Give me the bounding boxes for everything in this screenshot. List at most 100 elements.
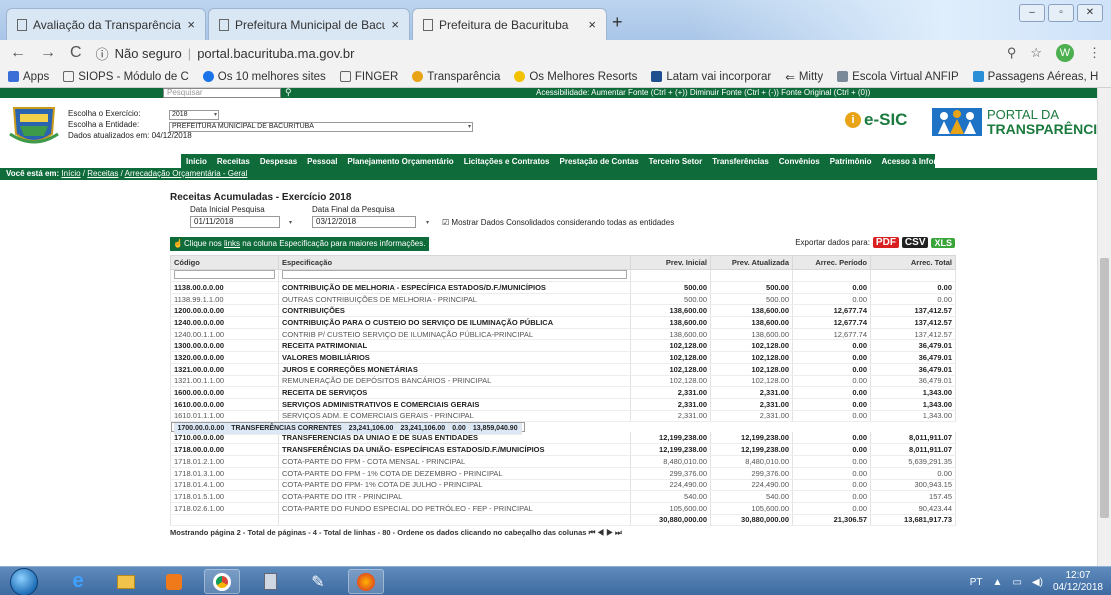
table-row[interactable]: 1718.01.3.1.00 COTA-PARTE DO FPM - 1% COT… [170, 467, 956, 480]
especificacao-link[interactable]: JUROS E CORREÇÕES MONETÁRIAS [278, 363, 631, 376]
new-tab-button[interactable]: + [612, 12, 623, 33]
bookmark-passagens[interactable]: Passagens Aéreas, H [972, 71, 1098, 83]
date-start-input[interactable]: 01/11/2018 [190, 216, 280, 228]
menu-inicio[interactable]: Início [186, 157, 207, 166]
portal-transparencia-logo[interactable]: PORTAL DA TRANSPARÊNCIA [932, 108, 1107, 136]
breadcrumb-arrecadacao[interactable]: Arrecadação Orçamentária - Geral [125, 169, 248, 178]
tray-expand-icon[interactable]: ▲ [993, 577, 1003, 588]
table-row[interactable]: 1718.02.6.1.00 COTA-PARTE DO FUNDO ESPECI… [170, 502, 956, 515]
portal-search-input[interactable]: Pesquisar [163, 88, 281, 98]
menu-planejamento[interactable]: Planejamento Orçamentário [347, 157, 453, 166]
especificacao-filter-input[interactable] [282, 270, 627, 279]
column-header-especificacao[interactable]: Especificação [278, 255, 631, 270]
close-tab-icon[interactable]: × [391, 17, 399, 32]
menu-kebab-icon[interactable]: ⋮ [1088, 45, 1101, 61]
table-row[interactable]: 1300.00.0.0.00 RECEITA PATRIMONIAL 102,128… [170, 339, 956, 353]
especificacao-link[interactable]: RECEITA PATRIMONIAL [278, 339, 631, 353]
page-scrollbar[interactable] [1097, 88, 1111, 566]
table-row[interactable]: 1138.00.0.0.00 CONTRIBUIÇÃO DE MELHORIA -… [170, 281, 956, 294]
especificacao-link[interactable]: COTA-PARTE DO FPM - 1% COTA DE DEZEMBRO … [278, 467, 631, 480]
esic-logo-link[interactable]: i e-SIC [845, 110, 907, 130]
menu-licitacoes[interactable]: Licitações e Contratos [464, 157, 550, 166]
tab-transparencia-avaliacao[interactable]: Avaliação da Transparência dos × [6, 8, 206, 40]
network-icon[interactable]: ▭ [1012, 577, 1021, 588]
table-row[interactable]: 1240.00.1.1.00 CONTRIB P/ CUSTEIO SERVIÇO… [170, 328, 956, 341]
chevron-down-icon[interactable]: ▾ [289, 219, 292, 226]
breadcrumb-inicio[interactable]: Início [61, 169, 80, 178]
table-row[interactable]: 1321.00.1.1.00 REMUNERAÇÃO DE DEPÓSITOS B… [170, 375, 956, 388]
column-header-arrec-periodo[interactable]: Arrec. Período [792, 255, 871, 270]
calculator-icon[interactable] [252, 569, 288, 594]
menu-acesso-informacao[interactable]: Acesso à Informação [881, 157, 961, 166]
clock[interactable]: 12:07 04/12/2018 [1053, 570, 1103, 594]
menu-despesas[interactable]: Despesas [260, 157, 297, 166]
menu-receitas[interactable]: Receitas [217, 157, 250, 166]
table-row[interactable]: 1240.00.0.0.00 CONTRIBUIÇÃO PARA O CUSTEI… [170, 316, 956, 329]
media-player-icon[interactable] [156, 569, 192, 594]
next-page-button[interactable]: ▶ [606, 528, 613, 537]
tab-prefeitura-municipal[interactable]: Prefeitura Municipal de Bacurituba × [208, 8, 410, 40]
url-field[interactable]: ⓘ Não seguro | portal.bacurituba.ma.gov.… [96, 44, 993, 63]
table-row[interactable]: 1610.00.0.0.00 SERVIÇOS ADMINISTRATIVOS E… [170, 398, 956, 411]
bookmark-apps[interactable]: Apps [8, 71, 49, 83]
minimize-button[interactable]: – [1019, 4, 1045, 22]
profile-avatar[interactable]: W [1056, 44, 1074, 62]
table-row[interactable]: 1138.99.1.1.00 OUTRAS CONTRIBUIÇÕES DE ME… [170, 293, 956, 306]
column-header-prev-inicial[interactable]: Prev. Inicial [630, 255, 711, 270]
especificacao-link[interactable]: TRANSFERÊNCIAS DA UNIÃO- ESPECÍFICAS EST… [278, 443, 631, 457]
internet-explorer-icon[interactable]: e [60, 569, 96, 594]
menu-terceiro-setor[interactable]: Terceiro Setor [649, 157, 703, 166]
especificacao-link[interactable]: REMUNERAÇÃO DE DEPÓSITOS BANCÁRIOS - PRI… [278, 375, 631, 388]
menu-pessoal[interactable]: Pessoal [307, 157, 337, 166]
table-row[interactable]: 1700.00.0.0.00 TRANSFERÊNCIAS CORRENTES 23… [170, 422, 525, 436]
date-end-input[interactable]: 03/12/2018 [312, 216, 416, 228]
bookmark-10-melhores[interactable]: Os 10 melhores sites [202, 71, 326, 83]
table-row[interactable]: 1718.01.4.1.00 COTA-PARTE DO FPM- 1% COTA… [170, 479, 956, 492]
scrollbar-thumb[interactable] [1100, 258, 1109, 518]
prev-page-button[interactable]: ◀ [597, 528, 604, 537]
table-row[interactable]: 1718.01.5.1.00 COTA-PARTE DO ITR - PRINCI… [170, 490, 956, 503]
bookmark-latam[interactable]: Latam vai incorporar [651, 71, 771, 83]
maximize-button[interactable]: ▫ [1048, 4, 1074, 22]
bookmark-finger[interactable]: FINGER [339, 71, 398, 83]
column-header-codigo[interactable]: Código [170, 255, 279, 270]
especificacao-link[interactable]: CONTRIB P/ CUSTEIO SERVIÇO DE ILUMINAÇÃO… [278, 328, 631, 341]
especificacao-link[interactable]: CONTRIBUIÇÃO DE MELHORIA - ESPECÍFICA ES… [278, 281, 631, 294]
especificacao-link[interactable]: COTA-PARTE DO FPM - COTA MENSAL - PRINCI… [278, 455, 631, 468]
table-row[interactable]: 1200.00.0.0.00 CONTRIBUIÇÕES 138,600.00 138… [170, 304, 956, 318]
bookmark-resorts[interactable]: Os Melhores Resorts [514, 71, 637, 83]
tab-prefeitura-bacurituba[interactable]: Prefeitura de Bacurituba × [412, 8, 607, 40]
close-tab-icon[interactable]: × [588, 17, 596, 32]
table-row[interactable]: 1718.01.2.1.00 COTA-PARTE DO FPM - COTA M… [170, 455, 956, 468]
bookmark-mitty[interactable]: ⇐ Mitty [785, 70, 823, 84]
especificacao-link[interactable]: SERVIÇOS ADMINISTRATIVOS E COMERCIAIS GE… [278, 398, 631, 411]
export-pdf-button[interactable]: PDF [872, 237, 899, 248]
start-button[interactable] [10, 568, 38, 595]
first-page-button[interactable]: ⏮ [589, 528, 596, 537]
table-row[interactable]: 1610.01.1.1.00 SERVIÇOS ADM. E COMERCIAIS… [170, 410, 956, 423]
menu-patrimonio[interactable]: Patrimônio [830, 157, 872, 166]
consolidated-checkbox[interactable]: ☑ Mostrar Dados Consolidados considerand… [442, 218, 674, 227]
table-row[interactable]: 1321.00.0.0.00 JUROS E CORREÇÕES MONETÁRI… [170, 363, 956, 376]
especificacao-link[interactable]: RECEITA DE SERVIÇOS [278, 386, 631, 399]
table-row[interactable]: 1320.00.0.0.00 VALORES MOBILIÁRIOS 102,128… [170, 351, 956, 364]
table-row[interactable]: 1718.00.0.0.00 TRANSFERÊNCIAS DA UNIÃO- E… [170, 443, 956, 457]
codigo-filter-input[interactable] [174, 270, 275, 279]
entidade-select[interactable]: PREFEITURA MUNICIPAL DE BACURITUBA ▾ [169, 122, 473, 132]
especificacao-link[interactable]: SERVIÇOS ADM. E COMERCIAIS GERAIS - PRIN… [278, 410, 631, 423]
bookmark-transparencia[interactable]: Transparência [412, 71, 500, 83]
menu-prestacao-contas[interactable]: Prestação de Contas [560, 157, 639, 166]
breadcrumb-receitas[interactable]: Receitas [87, 169, 118, 178]
chevron-down-icon[interactable]: ▾ [426, 219, 429, 226]
back-arrow-icon[interactable]: ← [10, 44, 26, 62]
zoom-icon[interactable]: ⚲ [1007, 45, 1017, 61]
bookmark-anfip[interactable]: Escola Virtual ANFIP [837, 71, 959, 83]
forward-arrow-icon[interactable]: → [40, 44, 56, 62]
table-row[interactable]: 1600.00.0.0.00 RECEITA DE SERVIÇOS 2,331.0… [170, 386, 956, 399]
search-icon[interactable]: ⚲ [285, 88, 292, 98]
close-tab-icon[interactable]: × [187, 17, 195, 32]
especificacao-link[interactable]: TRANSFERÊNCIAS CORRENTES [227, 423, 346, 436]
especificacao-link[interactable]: COTA-PARTE DO FPM- 1% COTA DE JULHO - PR… [278, 479, 631, 492]
language-indicator[interactable]: PT [970, 577, 983, 588]
last-page-button[interactable]: ⏭ [615, 528, 622, 537]
